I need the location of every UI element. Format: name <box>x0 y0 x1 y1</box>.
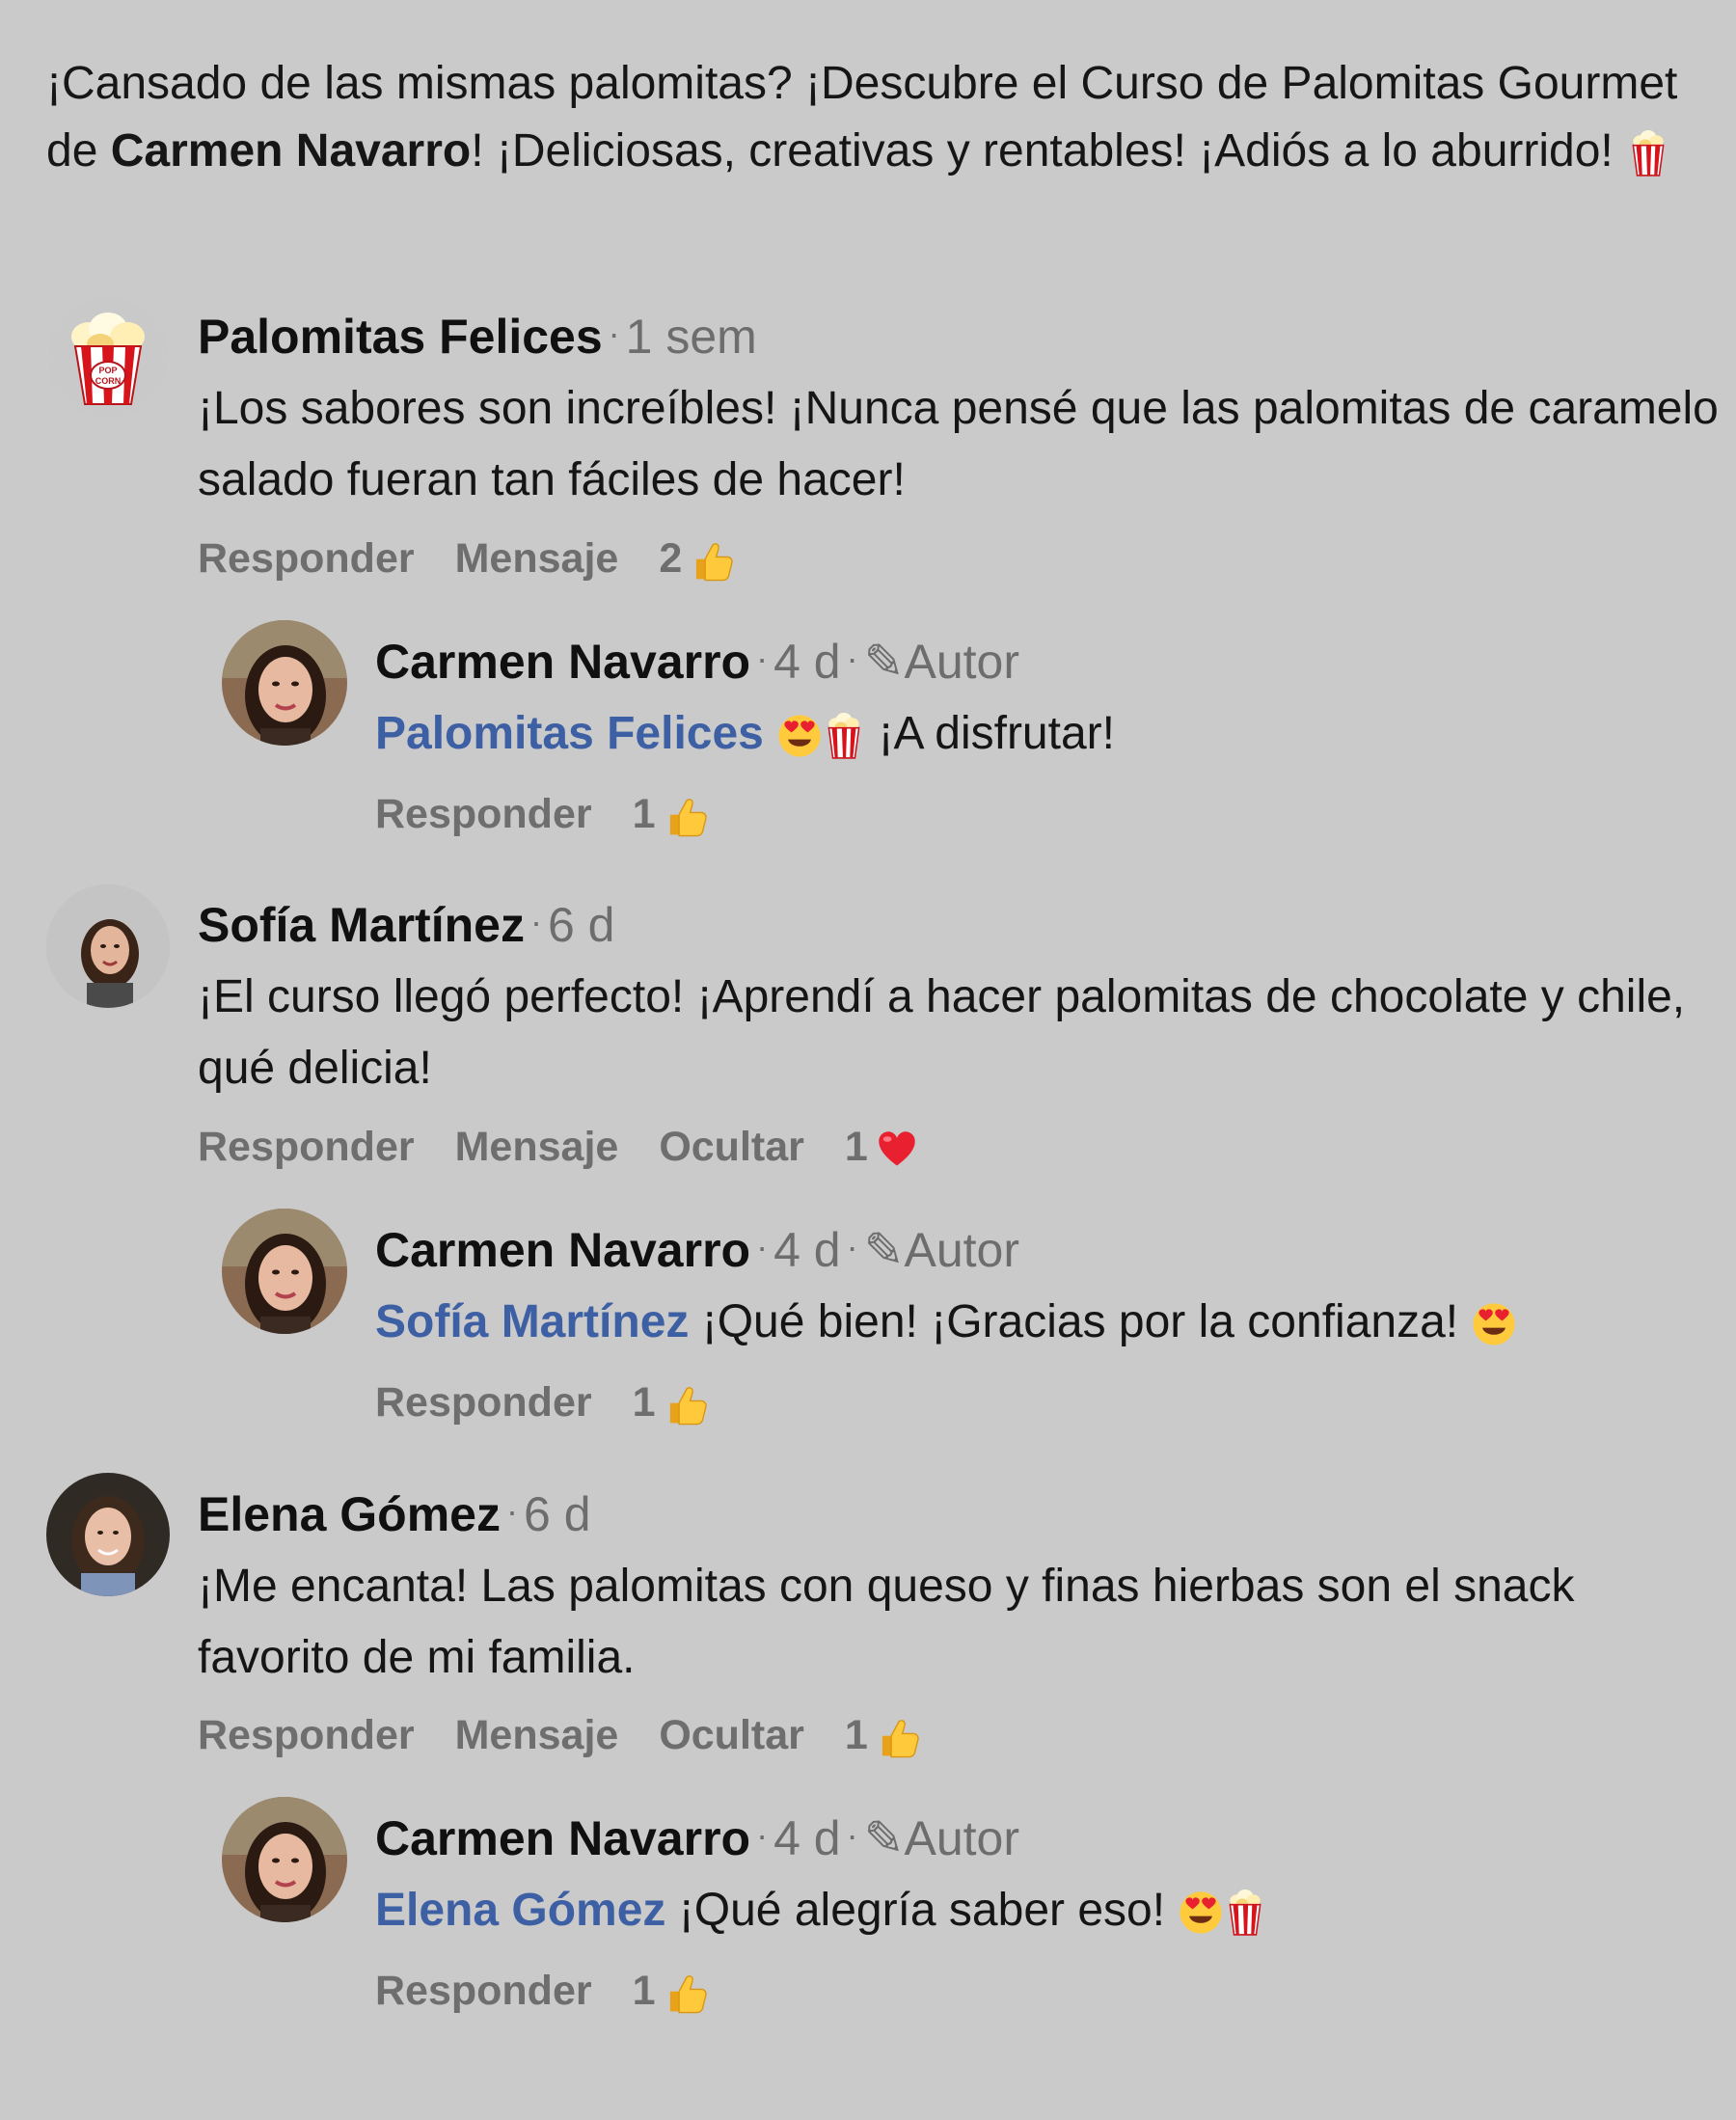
separator-dot: · <box>756 1227 769 1266</box>
mention-link[interactable]: Palomitas Felices <box>375 708 764 759</box>
reaction-count[interactable]: 1 <box>845 1712 868 1758</box>
thumbs-up-icon[interactable] <box>876 1716 920 1760</box>
comment-actions: Responder Mensaje 2 <box>198 533 734 584</box>
reply-text: ¡Qué alegría saber eso! <box>678 1885 1166 1936</box>
separator-dot: · <box>846 639 858 678</box>
post-text-outro: ! ¡Deliciosas, creativas y rentables! ¡A… <box>471 125 1627 177</box>
hide-button[interactable]: Ocultar <box>659 1124 804 1170</box>
heart-icon[interactable] <box>876 1128 918 1171</box>
avatar[interactable] <box>222 1209 347 1334</box>
message-button[interactable]: Mensaje <box>455 1712 619 1758</box>
reply-button[interactable]: Responder <box>198 535 415 582</box>
separator-dot: · <box>756 1815 769 1855</box>
reaction-count[interactable]: 2 <box>659 535 682 582</box>
message-button[interactable]: Mensaje <box>455 1124 619 1170</box>
mention-link[interactable]: Sofía Martínez <box>375 1296 689 1347</box>
avatar[interactable] <box>222 1797 347 1922</box>
heart-eyes-icon <box>776 713 823 759</box>
reply-author-name[interactable]: Carmen Navarro <box>375 635 750 689</box>
reply-author-name[interactable]: Carmen Navarro <box>375 1811 750 1865</box>
separator-dot: · <box>846 1815 858 1855</box>
reaction-count[interactable]: 1 <box>845 1124 868 1170</box>
thumbs-up-icon[interactable] <box>664 795 708 839</box>
person-avatar-icon <box>222 1797 347 1922</box>
mention-link[interactable]: Elena Gómez <box>375 1885 665 1936</box>
reply-button[interactable]: Responder <box>198 1124 415 1170</box>
reply-actions: Responder 1 <box>375 1377 708 1427</box>
thumbs-up-icon[interactable] <box>690 539 734 584</box>
heart-eyes-icon <box>1471 1301 1517 1347</box>
reply-text-line: Elena Gómez ¡Qué alegría saber eso! <box>375 1875 1706 1946</box>
svg-text:CORN: CORN <box>95 376 122 386</box>
reply-header: Carmen Navarro · 4 d · ✎Autor <box>375 1807 1019 1867</box>
reply-actions: Responder 1 <box>375 1966 708 2016</box>
commenter-name[interactable]: Palomitas Felices <box>198 310 603 364</box>
avatar[interactable] <box>46 1473 170 1596</box>
popcorn-icon <box>823 712 865 760</box>
author-badge: Autor <box>904 1223 1019 1277</box>
comment-time[interactable]: 1 sem <box>626 310 757 364</box>
reaction-count[interactable]: 1 <box>633 1379 656 1426</box>
reaction-count[interactable]: 1 <box>633 791 656 837</box>
separator-dot: · <box>529 902 542 941</box>
popcorn-avatar-icon: POP CORN <box>46 296 170 420</box>
reply-time[interactable]: 4 d <box>773 635 841 689</box>
comment-text: ¡Me encanta! Las palomitas con queso y f… <box>198 1561 1575 1683</box>
person-avatar-icon <box>222 1209 347 1334</box>
commenter-name[interactable]: Sofía Martínez <box>198 898 525 952</box>
reply-header: Carmen Navarro · 4 d · ✎Autor <box>375 630 1019 691</box>
separator-dot: · <box>608 313 620 353</box>
comment-actions: Responder Mensaje Ocultar 1 <box>198 1710 920 1760</box>
author-badge: Autor <box>904 1811 1019 1865</box>
reply-button[interactable]: Responder <box>375 791 592 837</box>
reply-text: ¡A disfrutar! <box>878 708 1115 759</box>
message-button[interactable]: Mensaje <box>455 535 619 582</box>
pencil-icon: ✎ <box>863 635 905 689</box>
separator-dot: · <box>506 1491 518 1531</box>
thumbs-up-icon[interactable] <box>664 1971 708 2016</box>
reaction-count[interactable]: 1 <box>633 1968 656 2014</box>
person-avatar-icon <box>46 1473 170 1596</box>
reply-header: Carmen Navarro · 4 d · ✎Autor <box>375 1218 1019 1279</box>
comment-time[interactable]: 6 d <box>548 898 615 952</box>
avatar[interactable] <box>222 620 347 746</box>
avatar[interactable]: POP CORN <box>46 296 170 420</box>
comment-header: Elena Gómez · 6 d <box>198 1482 591 1543</box>
reply-text: ¡Qué bien! ¡Gracias por la confianza! <box>701 1296 1459 1347</box>
comment-header: Sofía Martínez · 6 d <box>198 893 614 954</box>
heart-eyes-icon <box>1178 1889 1224 1936</box>
commenter-name[interactable]: Elena Gómez <box>198 1487 501 1541</box>
reply-time[interactable]: 4 d <box>773 1223 841 1277</box>
separator-dot: · <box>756 639 769 678</box>
reply-time[interactable]: 4 d <box>773 1811 841 1865</box>
post-text: ¡Cansado de las mismas palomitas? ¡Descu… <box>46 50 1705 185</box>
person-avatar-icon <box>46 884 170 1008</box>
comment-text: ¡Los sabores son increíbles! ¡Nunca pens… <box>198 383 1719 505</box>
pencil-icon: ✎ <box>863 1811 905 1865</box>
person-avatar-icon <box>222 620 347 746</box>
comment-text: ¡El curso llegó perfecto! ¡Aprendí a hac… <box>198 971 1686 1094</box>
reply-text-line: Palomitas Felices ¡A disfrutar! <box>375 698 1706 770</box>
reply-button[interactable]: Responder <box>375 1379 592 1426</box>
post-author-mention: Carmen Navarro <box>110 125 472 177</box>
reply-author-name[interactable]: Carmen Navarro <box>375 1223 750 1277</box>
svg-text:POP: POP <box>98 366 117 375</box>
thumbs-up-icon[interactable] <box>664 1383 708 1427</box>
reply-button[interactable]: Responder <box>375 1968 592 2014</box>
comment-time[interactable]: 6 d <box>524 1487 591 1541</box>
popcorn-icon <box>1224 1889 1266 1937</box>
hide-button[interactable]: Ocultar <box>659 1712 804 1758</box>
reply-actions: Responder 1 <box>375 789 708 839</box>
reply-text-line: Sofía Martínez ¡Qué bien! ¡Gracias por l… <box>375 1287 1706 1358</box>
comment-header: Palomitas Felices · 1 sem <box>198 305 757 366</box>
separator-dot: · <box>846 1227 858 1266</box>
comment-actions: Responder Mensaje Ocultar 1 <box>198 1122 918 1172</box>
popcorn-icon <box>1626 129 1670 177</box>
pencil-icon: ✎ <box>863 1223 905 1277</box>
avatar[interactable] <box>46 884 170 1008</box>
reply-button[interactable]: Responder <box>198 1712 415 1758</box>
author-badge: Autor <box>904 635 1019 689</box>
